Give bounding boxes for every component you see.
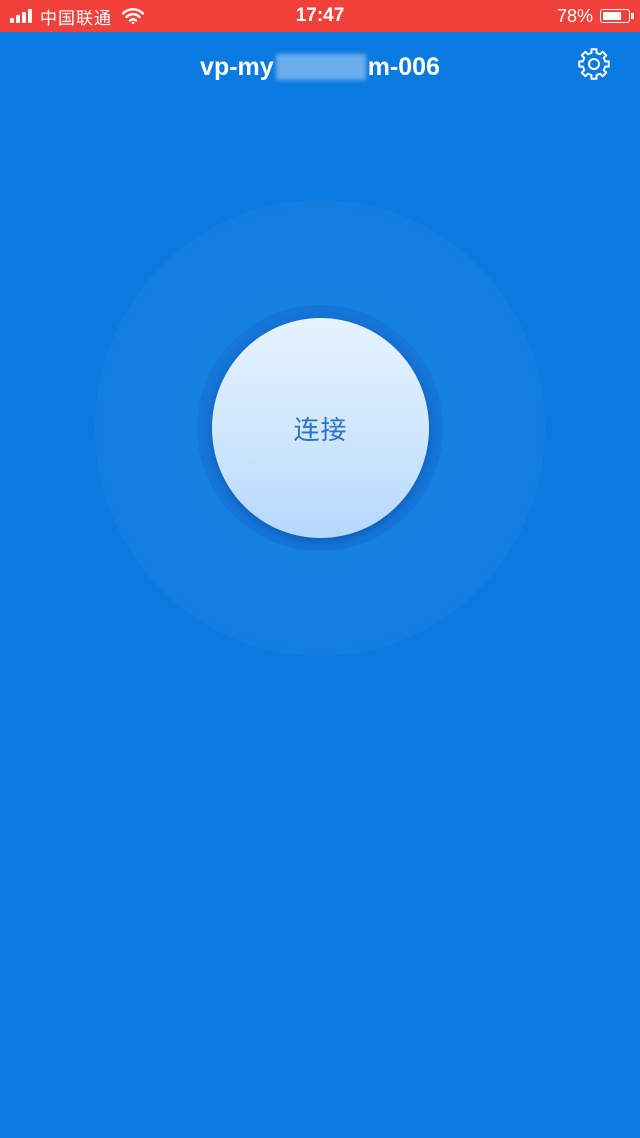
- battery-fill: [603, 12, 621, 20]
- status-time: 17:47: [295, 5, 345, 26]
- redacted-region: [275, 54, 366, 81]
- app-screen: 中国联通 17:47 78% vp-my m-006 连接: [0, 0, 640, 1138]
- settings-button[interactable]: [576, 46, 612, 82]
- page-title: vp-my m-006: [0, 46, 640, 86]
- connect-button[interactable]: 连接: [212, 318, 429, 538]
- battery-icon: [600, 9, 634, 23]
- gear-icon: [578, 48, 610, 80]
- connect-label: 连接: [293, 415, 348, 446]
- battery-percent: 78%: [556, 5, 593, 26]
- title-suffix: m-006: [367, 53, 440, 82]
- status-right: 78%: [556, 0, 634, 32]
- battery-cap: [631, 13, 634, 19]
- title-prefix: vp-my: [200, 53, 274, 82]
- status-bar: 中国联通 17:47 78%: [0, 0, 640, 32]
